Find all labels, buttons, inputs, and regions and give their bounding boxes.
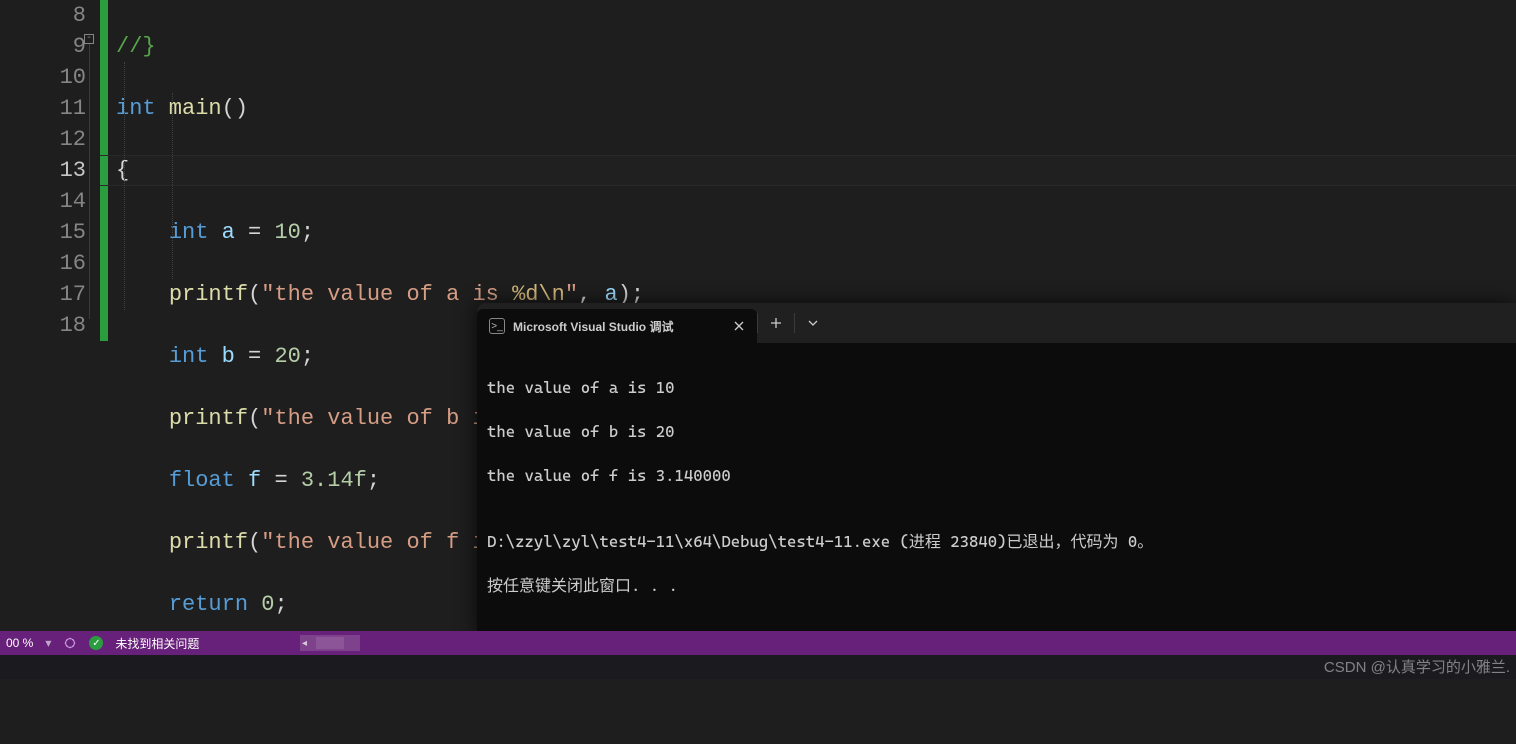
keyword-token: return (169, 592, 248, 617)
line-number: 12 (0, 124, 100, 155)
type-token: int (169, 220, 209, 245)
line-number: 18 (0, 310, 100, 341)
line-number: 13 (0, 155, 100, 186)
op-token: = (248, 220, 274, 245)
punct-token: ( (248, 406, 261, 431)
string-token: "the value of a is (261, 282, 512, 307)
terminal-line: 按任意键关闭此窗口. . . (487, 575, 1506, 597)
punct-token: () (222, 96, 248, 121)
line-number: 16 (0, 248, 100, 279)
punct-token: ( (248, 530, 261, 555)
terminal-titlebar[interactable]: >_ Microsoft Visual Studio 调试 (477, 303, 1516, 343)
type-token: int (169, 344, 209, 369)
terminal-tab[interactable]: >_ Microsoft Visual Studio 调试 (477, 309, 757, 343)
type-token: float (169, 468, 235, 493)
string-token: "the value of f is (261, 530, 512, 555)
terminal-window[interactable]: >_ Microsoft Visual Studio 调试 the value … (477, 303, 1516, 638)
comment-token: //} (116, 34, 156, 59)
horizontal-scrollbar[interactable] (300, 635, 360, 651)
indent-guide (172, 93, 173, 279)
line-number: 15 (0, 217, 100, 248)
punct-token: ; (274, 592, 287, 617)
keyword-token: int (116, 96, 156, 121)
indent-guide (124, 62, 125, 310)
op-token: = (248, 344, 274, 369)
punct-token: ; (301, 220, 314, 245)
op-token: = (274, 468, 300, 493)
var-token: b (208, 344, 248, 369)
zoom-level[interactable]: 00 % (6, 636, 33, 650)
var-token: a (208, 220, 248, 245)
close-icon[interactable] (731, 318, 747, 334)
status-bar[interactable]: 00 % ▾ ✓ 未找到相关问题 (0, 631, 1516, 655)
line-number: 14 (0, 186, 100, 217)
function-token: printf (169, 406, 248, 431)
bug-icon[interactable] (63, 636, 77, 650)
terminal-line: the value of b is 20 (487, 421, 1506, 443)
line-number: 8 (0, 0, 100, 31)
punct-token: ( (248, 282, 261, 307)
terminal-line: the value of f is 3.140000 (487, 465, 1506, 487)
terminal-tab-title: Microsoft Visual Studio 调试 (513, 318, 723, 335)
brace-token: { (116, 158, 129, 183)
check-icon: ✓ (89, 636, 103, 650)
bottom-bar (0, 655, 1516, 679)
terminal-line: the value of a is 10 (487, 377, 1506, 399)
code-line[interactable]: { (116, 155, 1516, 186)
new-tab-button[interactable] (758, 303, 794, 343)
divider: ▾ (45, 636, 51, 650)
fold-line (89, 44, 90, 319)
code-line[interactable]: int a = 10; (116, 217, 1516, 248)
line-number: 17 (0, 279, 100, 310)
number-token: 3.14f (301, 468, 367, 493)
string-token: "the value of b is (261, 406, 512, 431)
var-token: f (235, 468, 275, 493)
punct-token: ; (367, 468, 380, 493)
code-line[interactable]: //} (116, 31, 1516, 62)
number-token: 20 (274, 344, 300, 369)
code-line[interactable]: int main() (116, 93, 1516, 124)
terminal-line: D:\zzyl\zyl\test4-11\x64\Debug\test4-11.… (487, 531, 1506, 553)
punct-token: ; (301, 344, 314, 369)
terminal-icon: >_ (489, 318, 505, 334)
fold-icon[interactable]: - (84, 34, 94, 44)
scrollbar-thumb[interactable] (316, 637, 344, 649)
number-token: 10 (274, 220, 300, 245)
terminal-output[interactable]: the value of a is 10 the value of b is 2… (477, 343, 1516, 638)
function-token: printf (169, 530, 248, 555)
function-token: main (156, 96, 222, 121)
line-number-gutter: 8 9 10 11 12 13 14 15 16 17 18 (0, 0, 100, 640)
line-number: 11 (0, 93, 100, 124)
number-token: 0 (248, 592, 274, 617)
line-number: 10 (0, 62, 100, 93)
issues-label[interactable]: 未找到相关问题 (115, 635, 199, 652)
function-token: printf (169, 282, 248, 307)
change-indicator (100, 0, 108, 341)
tab-dropdown-button[interactable] (795, 303, 831, 343)
